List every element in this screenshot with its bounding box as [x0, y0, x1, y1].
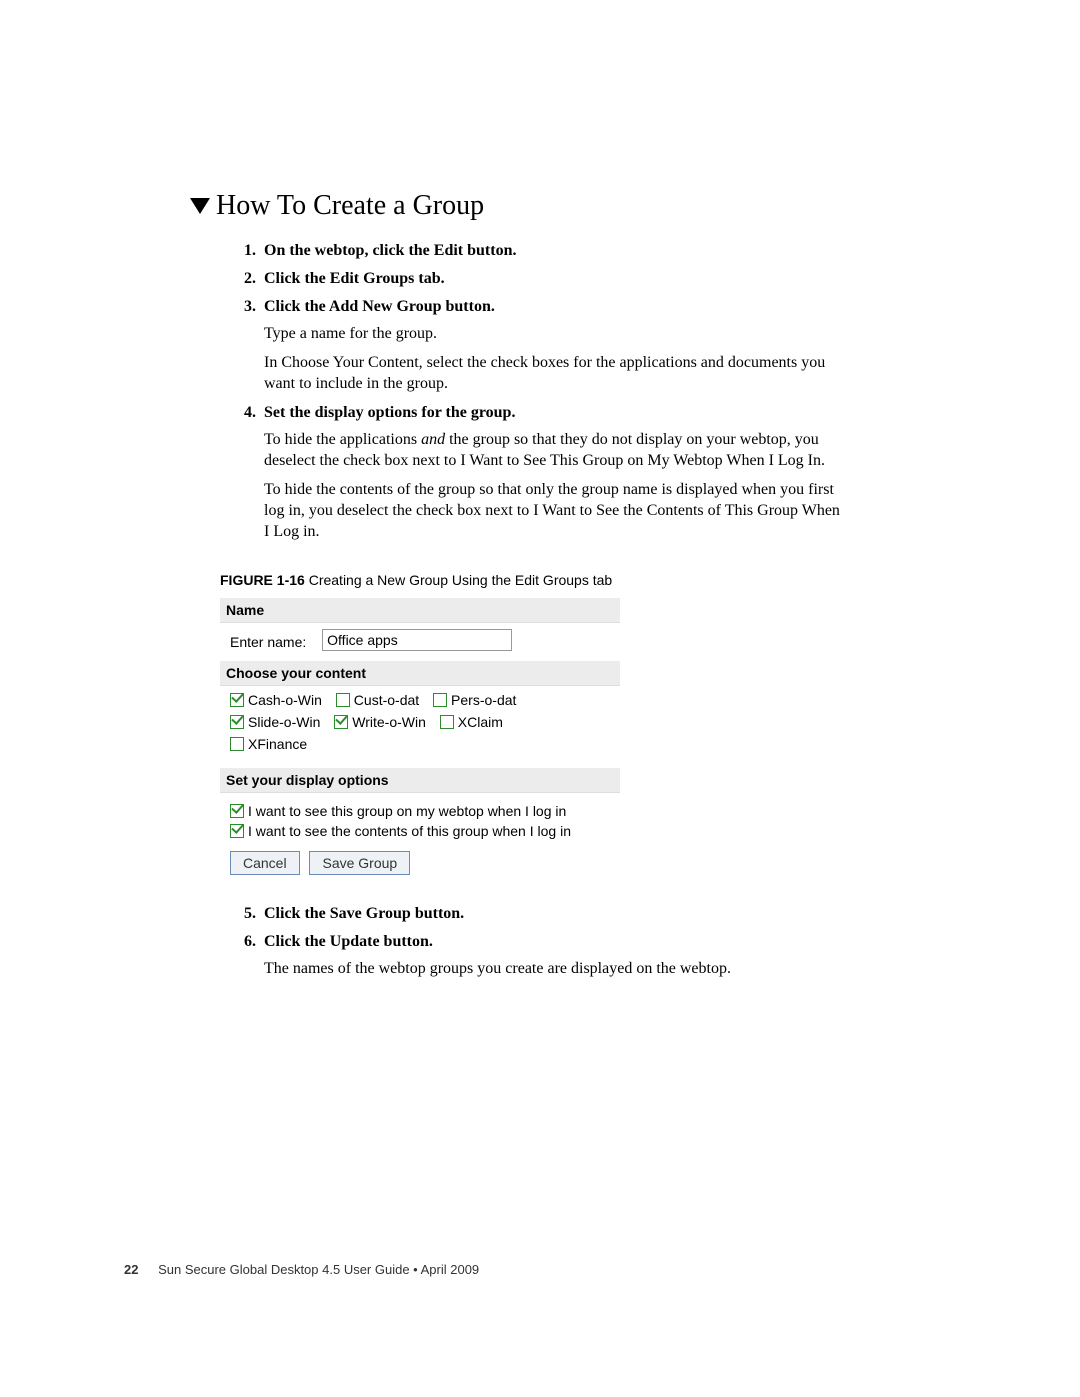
app-label: Write-o-Win	[352, 714, 426, 730]
app-label: XFinance	[248, 736, 307, 752]
checkbox-icon	[230, 804, 244, 818]
step-6: Click the Update button. The names of th…	[260, 933, 890, 980]
heading-text: How To Create a Group	[216, 190, 484, 221]
step-4-para-1: To hide the applications and the group s…	[264, 430, 844, 472]
checkbox-icon	[230, 824, 244, 838]
steps-list: On the webtop, click the Edit button. Cl…	[190, 242, 890, 542]
checkbox-icon	[334, 715, 348, 729]
step-4-p1b: and	[421, 431, 445, 448]
save-group-button[interactable]: Save Group	[309, 851, 410, 875]
step-1: On the webtop, click the Edit button.	[260, 242, 890, 260]
app-label: Pers-o-dat	[451, 692, 516, 708]
step-4: Set the display options for the group. T…	[260, 404, 890, 542]
edit-groups-panel: Name Enter name: Choose your content Cas…	[220, 598, 620, 885]
page-number: 22	[124, 1262, 138, 1277]
figure-label: FIGURE 1-16	[220, 572, 305, 588]
display-option-2[interactable]: I want to see the contents of this group…	[230, 823, 610, 839]
app-option[interactable]: XFinance	[230, 736, 307, 752]
section-heading: How To Create a Group	[190, 190, 890, 222]
step-4-para-2: To hide the contents of the group so tha…	[264, 480, 844, 542]
checkbox-icon	[230, 737, 244, 751]
step-3-text: Click the Add New Group button.	[264, 298, 495, 315]
group-name-input[interactable]	[322, 629, 512, 651]
step-2-text: Click the Edit Groups tab.	[264, 270, 445, 287]
step-4-p1a: To hide the applications	[264, 431, 421, 448]
enter-name-label: Enter name:	[230, 634, 306, 650]
display-option-2-label: I want to see the contents of this group…	[248, 823, 571, 839]
name-section-header: Name	[220, 598, 620, 623]
step-5-text: Click the Save Group button.	[264, 905, 464, 922]
content-section-header: Choose your content	[220, 661, 620, 686]
figure-caption-text: Creating a New Group Using the Edit Grou…	[309, 572, 613, 588]
checkbox-icon	[433, 693, 447, 707]
display-option-1-label: I want to see this group on my webtop wh…	[248, 803, 566, 819]
app-label: Cash-o-Win	[248, 692, 322, 708]
checkbox-icon	[230, 693, 244, 707]
step-6-para-1: The names of the webtop groups you creat…	[264, 959, 844, 980]
step-6-text: Click the Update button.	[264, 933, 433, 950]
app-option[interactable]: Slide-o-Win	[230, 714, 320, 730]
app-option[interactable]: Write-o-Win	[334, 714, 426, 730]
step-2: Click the Edit Groups tab.	[260, 270, 890, 288]
app-option[interactable]: XClaim	[440, 714, 503, 730]
page-footer: 22 Sun Secure Global Desktop 4.5 User Gu…	[124, 1262, 479, 1277]
app-option[interactable]: Cash-o-Win	[230, 692, 322, 708]
figure-caption: FIGURE 1-16 Creating a New Group Using t…	[220, 572, 890, 588]
checkbox-icon	[440, 715, 454, 729]
app-option[interactable]: Cust-o-dat	[336, 692, 419, 708]
app-label: Cust-o-dat	[354, 692, 419, 708]
step-3-para-2: In Choose Your Content, select the check…	[264, 353, 844, 395]
step-3-para-1: Type a name for the group.	[264, 324, 844, 345]
triangle-down-icon	[190, 198, 210, 214]
checkbox-icon	[336, 693, 350, 707]
content-checkbox-grid: Cash-o-Win Cust-o-dat Pers-o-dat Slide-o…	[220, 686, 620, 768]
step-1-text: On the webtop, click the Edit button.	[264, 242, 516, 259]
step-4-text: Set the display options for the group.	[264, 404, 515, 421]
cancel-button[interactable]: Cancel	[230, 851, 300, 875]
app-option[interactable]: Pers-o-dat	[433, 692, 516, 708]
steps-list-cont: Click the Save Group button. Click the U…	[190, 905, 890, 980]
app-label: XClaim	[458, 714, 503, 730]
checkbox-icon	[230, 715, 244, 729]
display-section-header: Set your display options	[220, 768, 620, 793]
footer-text: Sun Secure Global Desktop 4.5 User Guide…	[158, 1262, 479, 1277]
display-option-1[interactable]: I want to see this group on my webtop wh…	[230, 803, 610, 819]
app-label: Slide-o-Win	[248, 714, 320, 730]
step-5: Click the Save Group button.	[260, 905, 890, 923]
step-3: Click the Add New Group button. Type a n…	[260, 298, 890, 394]
